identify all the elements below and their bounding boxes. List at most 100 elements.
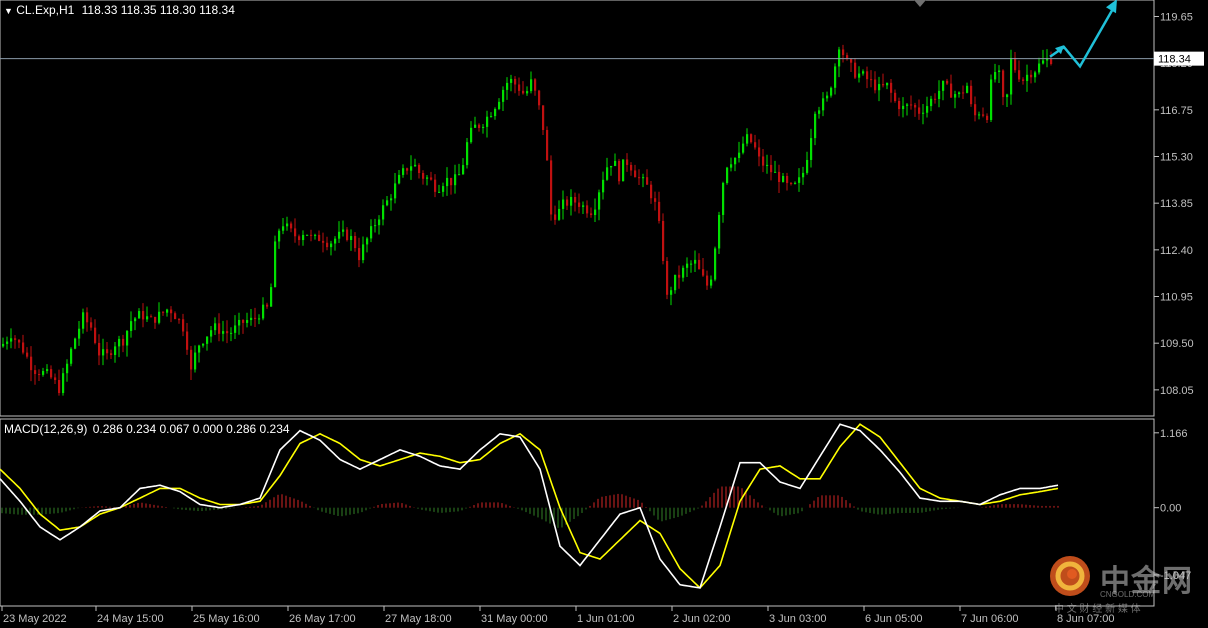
candle-body [706, 275, 709, 286]
candle-body [194, 352, 197, 370]
candle-body [298, 236, 301, 241]
price-tick-label: 113.85 [1160, 198, 1193, 210]
candle-body [114, 346, 117, 355]
candle-body [150, 316, 153, 318]
candle-body [750, 134, 753, 143]
candle-body [1018, 70, 1021, 80]
candle-body [614, 160, 617, 166]
price-panel-title: ▼ CL.Exp,H1 118.33 118.35 118.30 118.34 [4, 3, 235, 17]
candle-body [582, 205, 585, 207]
candle-body [670, 290, 673, 295]
candle-body [1034, 72, 1037, 78]
candle-body [926, 106, 929, 113]
candle-body [966, 85, 969, 93]
candle-body [594, 209, 597, 216]
candle-body [534, 79, 537, 91]
candle-body [998, 70, 1001, 73]
candle-body [982, 114, 985, 116]
candle-body [830, 87, 833, 96]
candle-body [1014, 57, 1017, 71]
time-tick-label: 7 Jun 06:00 [961, 613, 1019, 625]
candle-body [890, 82, 893, 93]
candle-body [90, 322, 93, 328]
time-axis: 23 May 2022 24 May 15:00 25 May 16:00 26 Ma… [1, 606, 1115, 625]
candle-body [426, 177, 429, 179]
candle-body [562, 199, 565, 209]
candle-body [498, 101, 501, 110]
candle-body [546, 129, 549, 161]
candle-body [918, 107, 921, 114]
candle-body [434, 179, 437, 192]
candle-body [662, 220, 665, 262]
price-axis: 119.65118.20116.75115.30113.85112.40110.… [1154, 11, 1194, 397]
candle-body [506, 82, 509, 90]
candle-body [514, 78, 517, 85]
candle-body [42, 371, 45, 375]
candle-body [766, 164, 769, 166]
candle-body [802, 172, 805, 178]
candle-body [470, 127, 473, 143]
candle-body [202, 343, 205, 346]
candle-body [674, 274, 677, 291]
candle-body [822, 98, 825, 111]
candle-body [262, 304, 265, 319]
candle-body [146, 316, 149, 320]
candle-body [66, 363, 69, 374]
candle-body [70, 348, 73, 364]
candle-body [858, 73, 861, 78]
candle-body [606, 167, 609, 180]
candle-body [574, 196, 577, 203]
candle-body [694, 259, 697, 264]
candle-body [586, 205, 589, 214]
candle-body [810, 138, 813, 160]
candle-body [922, 112, 925, 114]
candle-body [258, 318, 261, 320]
candle-body [838, 49, 841, 67]
candle-body [746, 134, 749, 144]
triangle-down-icon[interactable]: ▼ [4, 6, 13, 16]
candle-body [366, 238, 369, 245]
candle-body [682, 267, 685, 278]
candle-body [98, 342, 101, 356]
candle-body [570, 196, 573, 206]
watermark-tagline: 中 文 财 经 新 媒 体 [1054, 604, 1141, 615]
candle-body [882, 84, 885, 86]
candle-body [634, 170, 637, 178]
candle-body [38, 374, 41, 376]
candle-body [874, 79, 877, 91]
scroll-marker-icon[interactable] [914, 0, 926, 7]
candle-body [230, 332, 233, 334]
candle-body [650, 184, 653, 199]
candle-body [642, 177, 645, 179]
candle-body [786, 175, 789, 184]
candle-body [934, 98, 937, 100]
candle-body [422, 173, 425, 179]
candle-body [350, 236, 353, 241]
candle-body [970, 85, 973, 105]
candle-body [1050, 58, 1053, 64]
candle-body [554, 214, 557, 220]
price-tick-label: 115.30 [1160, 152, 1193, 164]
candle-body [238, 319, 241, 326]
candle-body [338, 231, 341, 239]
candle-body [18, 339, 21, 343]
candle-body [690, 263, 693, 265]
candle-body [602, 179, 605, 193]
forecast-arrow [1049, 0, 1117, 69]
candle-body [902, 105, 905, 110]
candle-body [198, 345, 201, 353]
candle-body [142, 311, 145, 320]
time-tick-label: 24 May 15:00 [97, 613, 164, 625]
candle-body [306, 234, 309, 236]
candle-body [962, 92, 965, 94]
candle-body [158, 311, 161, 323]
candle-body [486, 116, 489, 127]
time-tick-label: 23 May 2022 [3, 613, 67, 625]
candle-body [938, 90, 941, 100]
candle-body [406, 168, 409, 171]
candle-body [450, 177, 453, 186]
candle-body [26, 352, 29, 357]
candle-body [1010, 57, 1013, 95]
candle-body [994, 72, 997, 80]
candle-body [482, 126, 485, 128]
